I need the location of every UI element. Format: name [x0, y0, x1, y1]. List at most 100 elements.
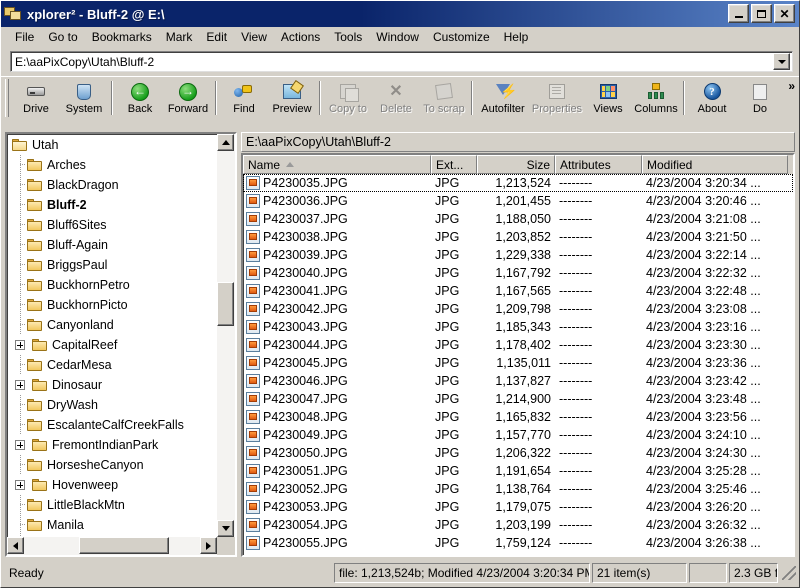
table-row[interactable]: P4230036.JPGJPG1,201,455--------4/23/200… — [243, 192, 793, 210]
tree-node-horseshecanyon[interactable]: HorsesheCanyon — [7, 455, 217, 475]
toolbar-button-do[interactable]: Do — [736, 79, 784, 115]
file-list[interactable]: NameExt...SizeAttributesModified P423003… — [241, 153, 795, 557]
app-folders-icon[interactable] — [4, 5, 22, 23]
menu-item-mark[interactable]: Mark — [159, 28, 200, 47]
menu-item-bookmarks[interactable]: Bookmarks — [85, 28, 159, 47]
table-row[interactable]: P4230046.JPGJPG1,137,827--------4/23/200… — [243, 372, 793, 390]
table-row[interactable]: P4230041.JPGJPG1,167,565--------4/23/200… — [243, 282, 793, 300]
close-button[interactable]: ✕ — [774, 4, 795, 23]
toolbar-button-back[interactable]: ←Back — [116, 79, 164, 115]
folder-icon — [27, 219, 43, 232]
table-row[interactable]: P4230052.JPGJPG1,138,764--------4/23/200… — [243, 480, 793, 498]
menu-item-window[interactable]: Window — [369, 28, 426, 47]
cell-size: 1,229,338 — [477, 248, 555, 262]
tree-hscroll-thumb[interactable] — [79, 537, 169, 554]
toolbar-button-forward[interactable]: →Forward — [164, 79, 212, 115]
resize-grip[interactable] — [782, 566, 796, 580]
tree-node-fremontindianpark[interactable]: FremontIndianPark — [7, 435, 217, 455]
column-header-modified[interactable]: Modified — [642, 155, 788, 174]
tree-node-bluff-again[interactable]: Bluff-Again — [7, 235, 217, 255]
title-bar[interactable]: xplorer² - Bluff-2 @ E:\ ✕ — [1, 1, 799, 27]
tree-expand-plus-icon[interactable] — [15, 440, 25, 450]
menu-item-go-to[interactable]: Go to — [41, 28, 84, 47]
toolbar-button-autofilter[interactable]: ⚡Autofilter — [476, 79, 530, 115]
table-row[interactable]: P4230047.JPGJPG1,214,900--------4/23/200… — [243, 390, 793, 408]
address-input[interactable]: E:\aaPixCopy\Utah\Bluff-2 — [11, 55, 773, 69]
folder-tree[interactable]: UtahArchesBlackDragonBluff-2Bluff6SitesB… — [7, 134, 217, 537]
tree-horizontal-scrollbar[interactable] — [7, 537, 217, 555]
file-rows[interactable]: P4230035.JPGJPG1,213,524--------4/23/200… — [243, 174, 793, 555]
tree-expand-plus-icon[interactable] — [15, 380, 25, 390]
table-row[interactable]: P4230042.JPGJPG1,209,798--------4/23/200… — [243, 300, 793, 318]
table-row[interactable]: P4230045.JPGJPG1,135,011--------4/23/200… — [243, 354, 793, 372]
menu-item-customize[interactable]: Customize — [426, 28, 497, 47]
tree-node-littleblackmtn[interactable]: LittleBlackMtn — [7, 495, 217, 515]
tree-node-hovenweep[interactable]: Hovenweep — [7, 475, 217, 495]
tree-vscroll-thumb[interactable] — [217, 282, 234, 326]
minimize-button[interactable] — [728, 4, 749, 23]
tree-hscroll-track[interactable] — [7, 537, 217, 555]
tree-scroll-up-button[interactable] — [217, 134, 234, 151]
table-row[interactable]: P4230049.JPGJPG1,157,770--------4/23/200… — [243, 426, 793, 444]
toolbar-grip[interactable] — [5, 79, 9, 117]
address-dropdown-button[interactable] — [773, 53, 790, 70]
table-row[interactable]: P4230040.JPGJPG1,167,792--------4/23/200… — [243, 264, 793, 282]
toolbar-button-preview[interactable]: Preview — [268, 79, 316, 115]
tree-node-escalantecalfcreekfalls[interactable]: EscalanteCalfCreekFalls — [7, 415, 217, 435]
tree-node-blackdragon[interactable]: BlackDragon — [7, 175, 217, 195]
menu-item-file[interactable]: File — [8, 28, 41, 47]
menu-item-edit[interactable]: Edit — [199, 28, 234, 47]
table-row[interactable]: P4230055.JPGJPG1,759,124--------4/23/200… — [243, 534, 793, 552]
address-bar[interactable]: E:\aaPixCopy\Utah\Bluff-2 — [10, 51, 793, 72]
toolbar-button-find[interactable]: Find — [220, 79, 268, 115]
tree-node-canyonland[interactable]: Canyonland — [7, 315, 217, 335]
tree-node-capitalreef[interactable]: CapitalReef — [7, 335, 217, 355]
tree-expand-plus-icon[interactable] — [15, 480, 25, 490]
tree-node-cedarmesa[interactable]: CedarMesa — [7, 355, 217, 375]
toolbar-button-views[interactable]: Views — [584, 79, 632, 115]
table-row[interactable]: P4230044.JPGJPG1,178,402--------4/23/200… — [243, 336, 793, 354]
column-header-size[interactable]: Size — [477, 155, 555, 174]
tree-node-manila[interactable]: Manila — [7, 515, 217, 535]
cell-attributes: -------- — [555, 194, 642, 208]
toolbar-button-columns[interactable]: Columns — [632, 79, 680, 115]
table-row[interactable]: P4230053.JPGJPG1,179,075--------4/23/200… — [243, 498, 793, 516]
toolbar-button-about[interactable]: ?About — [688, 79, 736, 115]
toolbar-overflow-button[interactable]: » — [788, 79, 795, 93]
table-row[interactable]: P4230054.JPGJPG1,203,199--------4/23/200… — [243, 516, 793, 534]
menu-item-actions[interactable]: Actions — [274, 28, 327, 47]
table-row[interactable]: P4230038.JPGJPG1,203,852--------4/23/200… — [243, 228, 793, 246]
tree-node-bluff6sites[interactable]: Bluff6Sites — [7, 215, 217, 235]
column-header-ext-[interactable]: Ext... — [431, 155, 477, 174]
tree-vertical-scrollbar[interactable] — [217, 134, 235, 537]
tree-scroll-down-button[interactable] — [217, 520, 234, 537]
column-header-attributes[interactable]: Attributes — [555, 155, 642, 174]
tree-vscroll-track[interactable] — [217, 134, 235, 537]
cell-modified: 4/23/2004 3:25:46 ... — [642, 482, 788, 496]
table-row[interactable]: P4230048.JPGJPG1,165,832--------4/23/200… — [243, 408, 793, 426]
tree-node-dinosaur[interactable]: Dinosaur — [7, 375, 217, 395]
tree-node-arches[interactable]: Arches — [7, 155, 217, 175]
menu-item-help[interactable]: Help — [497, 28, 536, 47]
tree-scroll-right-button[interactable] — [200, 537, 217, 554]
column-header-name[interactable]: Name — [243, 155, 431, 174]
table-row[interactable]: P4230043.JPGJPG1,185,343--------4/23/200… — [243, 318, 793, 336]
tree-node-drywash[interactable]: DryWash — [7, 395, 217, 415]
menu-item-view[interactable]: View — [234, 28, 274, 47]
toolbar-button-system[interactable]: System — [60, 79, 108, 115]
tree-node-bluff-2[interactable]: Bluff-2 — [7, 195, 217, 215]
table-row[interactable]: P4230037.JPGJPG1,188,050--------4/23/200… — [243, 210, 793, 228]
tree-node-buckhornpicto[interactable]: BuckhornPicto — [7, 295, 217, 315]
tree-expand-plus-icon[interactable] — [15, 340, 25, 350]
tree-node-briggspaul[interactable]: BriggsPaul — [7, 255, 217, 275]
table-row[interactable]: P4230051.JPGJPG1,191,654--------4/23/200… — [243, 462, 793, 480]
toolbar-button-drive[interactable]: Drive — [12, 79, 60, 115]
tree-node-utah[interactable]: Utah — [7, 135, 217, 155]
maximize-button[interactable] — [751, 4, 772, 23]
table-row[interactable]: P4230050.JPGJPG1,206,322--------4/23/200… — [243, 444, 793, 462]
menu-item-tools[interactable]: Tools — [327, 28, 369, 47]
tree-node-buckhornpetro[interactable]: BuckhornPetro — [7, 275, 217, 295]
table-row[interactable]: P4230039.JPGJPG1,229,338--------4/23/200… — [243, 246, 793, 264]
table-row[interactable]: P4230035.JPGJPG1,213,524--------4/23/200… — [243, 174, 793, 192]
tree-scroll-left-button[interactable] — [7, 537, 24, 554]
